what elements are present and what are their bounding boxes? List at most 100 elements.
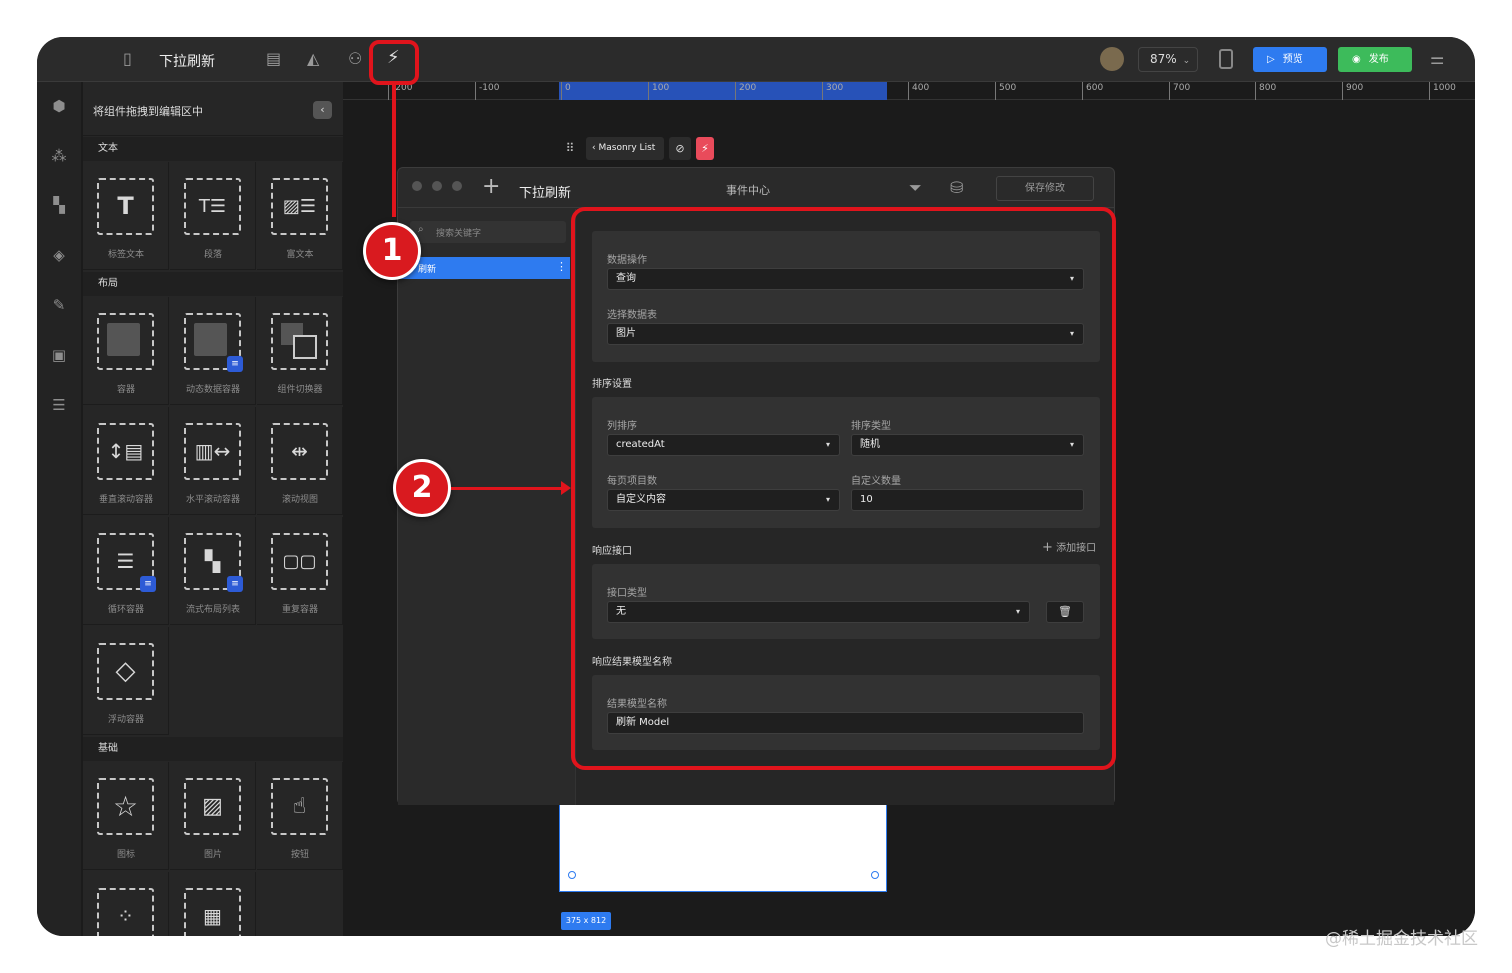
cube-icon[interactable]: ⬢ [49, 97, 69, 117]
left-rail: ⬢ ⁂ ▚ ◈ ✎ ▣ ☰ [37, 82, 81, 936]
more-vertical-icon[interactable]: ⋮ [556, 260, 567, 273]
ruler-tick: -100 [475, 82, 499, 100]
button-tap-icon: ☝ [271, 778, 328, 835]
dots-icon: ⁘ [97, 888, 154, 936]
zoom-value: 87% [1150, 52, 1177, 66]
component-vertical-scroll[interactable]: ↕▤ 垂直滚动容器 [83, 407, 169, 515]
chevron-left-icon: ‹ [592, 143, 596, 153]
component-loading[interactable]: ⁘ [83, 872, 169, 936]
component-masonry-list[interactable]: ▚ ≡ 流式布局列表 [170, 517, 256, 625]
component-paragraph[interactable]: T☰ 段落 [170, 162, 256, 270]
add-icon[interactable]: + [482, 174, 500, 199]
data-icon[interactable]: ⚇ [348, 49, 362, 69]
component-dynamic-container[interactable]: ≡ 动态数据容器 [170, 297, 256, 405]
pages-icon[interactable]: ▣ [49, 346, 69, 366]
component-label: 富文本 [286, 250, 314, 260]
hide-icon[interactable]: ⊘ [669, 137, 691, 160]
window-dot[interactable] [412, 181, 422, 191]
component-label: 图片 [203, 850, 222, 860]
top-toolbar: ▯ 下拉刷新 ▤ ◭ ⚇ ⚡ 87% ⌄ ▷ 预览 ◉ 发布 ⚌ [37, 37, 1475, 82]
arrow-line-2 [451, 487, 563, 490]
ruler-tick: 200 [735, 82, 756, 100]
component-repeat-container[interactable]: ▢▢ 重复容器 [257, 517, 343, 625]
ruler-tick: 900 [1342, 82, 1363, 100]
eye-icon: ◉ [1352, 54, 1361, 65]
event-flash-icon[interactable]: ⚡ [696, 137, 714, 160]
ruler-tick: 700 [1169, 82, 1190, 100]
page-icon[interactable]: ▤ [266, 49, 281, 69]
panel-header-text: 将组件拖拽到编辑区中 [93, 105, 203, 118]
dynamic-container-icon: ≡ [184, 313, 243, 372]
drag-handle-icon[interactable]: ⠿ [561, 137, 579, 160]
component-container[interactable]: 容器 [83, 297, 169, 405]
database-icon: ≡ [227, 576, 243, 592]
rich-text-icon: ▨☰ [271, 178, 328, 235]
section-basic: 基础 [83, 737, 343, 761]
loop-container-icon: ☰ ≡ [97, 533, 156, 592]
breadcrumb[interactable]: ‹ Masonry List [586, 137, 664, 160]
stack-icon[interactable]: ⛁ [950, 178, 963, 197]
float-container-icon: ◇ [97, 643, 154, 700]
avatar[interactable] [1100, 47, 1124, 71]
ruler-tick: 800 [1255, 82, 1276, 100]
component-label: 水平滚动容器 [185, 495, 240, 505]
dialog-title: 下拉刷新 [519, 186, 572, 201]
blocks-icon[interactable]: ▚ [49, 196, 69, 216]
component-qrcode[interactable]: ▦ [170, 872, 256, 936]
component-label: 按钮 [290, 850, 309, 860]
component-switcher[interactable]: 组件切换器 [257, 297, 343, 405]
panel-header: 将组件拖拽到编辑区中 ‹ [83, 82, 343, 136]
component-label: 滚动视图 [281, 495, 318, 505]
settings-sliders-icon[interactable]: ⚌ [1430, 49, 1444, 69]
theme-icon[interactable]: ◭ [307, 49, 319, 69]
component-label: 浮动容器 [107, 715, 144, 725]
ruler-tick: 300 [822, 82, 843, 100]
layers-icon[interactable]: ◈ [49, 246, 69, 266]
preview-button[interactable]: ▷ 预览 [1253, 47, 1327, 72]
text-t-icon: T [97, 178, 154, 235]
save-changes-button[interactable]: 保存修改 [996, 176, 1094, 201]
component-scroll-view[interactable]: ⇹ 滚动视图 [257, 407, 343, 515]
components-icon[interactable]: ⁂ [49, 147, 69, 167]
phone-frame[interactable] [559, 802, 887, 892]
ruler-tick: 100 [648, 82, 669, 100]
list-icon[interactable]: ☰ [49, 396, 69, 416]
component-label-text[interactable]: T 标签文本 [83, 162, 169, 270]
arrow-head-2 [561, 481, 571, 495]
frame-size-badge: 375 x 812 [561, 912, 611, 930]
component-label: 重复容器 [281, 605, 318, 615]
component-label: 段落 [203, 250, 222, 260]
image-icon: ▨ [184, 778, 241, 835]
component-float-container[interactable]: ◇ 浮动容器 [83, 627, 169, 735]
window-dot[interactable] [432, 181, 442, 191]
window-dot[interactable] [452, 181, 462, 191]
resize-handle[interactable] [568, 871, 576, 879]
resize-handle[interactable] [871, 871, 879, 879]
pin-icon[interactable]: ✎ [49, 296, 69, 316]
scroll-view-icon: ⇹ [271, 423, 328, 480]
zoom-select[interactable]: 87% ⌄ [1138, 47, 1198, 72]
component-panel: 将组件拖拽到编辑区中 ‹ 文本 T 标签文本 T☰ 段落 ▨☰ 富文本 布局 容器 ≡… [83, 82, 343, 936]
container-icon [97, 313, 154, 370]
component-horizontal-scroll[interactable]: ▥↔ 水平滚动容器 [170, 407, 256, 515]
component-icon[interactable]: ☆ 图标 [83, 762, 169, 870]
search-input[interactable]: ⌕ 搜索关键字 [410, 221, 566, 243]
repeat-container-icon: ▢▢ [271, 533, 328, 590]
device-phone-icon[interactable] [1219, 49, 1233, 69]
event-list-item[interactable]: 刷新 ⋮ [398, 257, 570, 279]
component-image[interactable]: ▨ 图片 [170, 762, 256, 870]
component-label: 垂直滚动容器 [98, 495, 153, 505]
collapse-panel-button[interactable]: ‹ [313, 101, 332, 119]
component-button[interactable]: ☝ 按钮 [257, 762, 343, 870]
star-icon: ☆ [97, 778, 154, 835]
page-title: 下拉刷新 [159, 54, 215, 70]
component-loop-container[interactable]: ☰ ≡ 循环容器 [83, 517, 169, 625]
publish-button[interactable]: ◉ 发布 [1338, 47, 1412, 72]
sidebar-toggle-icon[interactable]: ▯ [123, 49, 132, 69]
highlight-box-1 [369, 40, 419, 85]
filter-icon[interactable]: ⏷ [909, 178, 922, 198]
component-label: 动态数据容器 [185, 385, 240, 395]
component-rich-text[interactable]: ▨☰ 富文本 [257, 162, 343, 270]
breadcrumb-component: Masonry List [598, 143, 656, 153]
component-label: 标签文本 [107, 250, 144, 260]
